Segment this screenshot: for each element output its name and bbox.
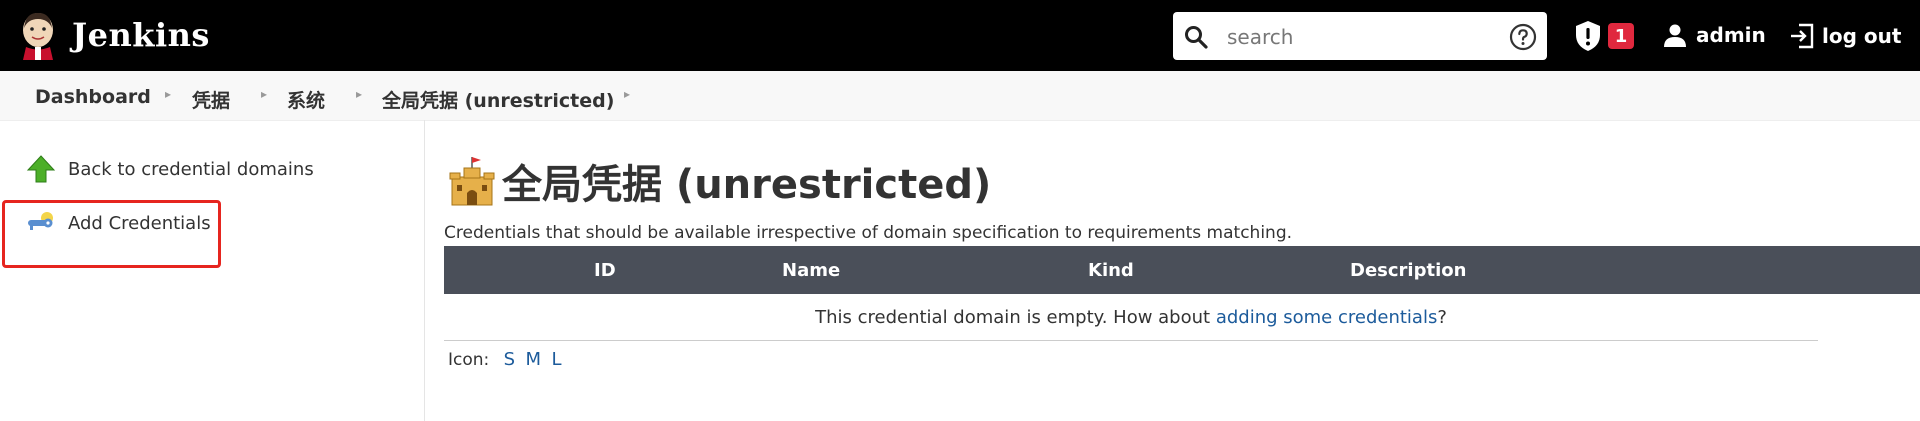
- search-box[interactable]: [1173, 12, 1547, 60]
- search-input[interactable]: [1225, 21, 1479, 53]
- icon-size-small[interactable]: S: [504, 349, 515, 370]
- credentials-table: ID Name Kind Description This credential…: [444, 246, 1920, 341]
- user-name: admin: [1696, 23, 1766, 47]
- icon-size-selector: Icon: S M L: [448, 349, 561, 370]
- sidebar-item-label: Back to credential domains: [68, 158, 314, 180]
- sidebar-item-back[interactable]: Back to credential domains: [26, 154, 314, 184]
- app-title: Jenkins: [72, 16, 210, 54]
- page-title-text: 全局凭据 (unrestricted): [502, 162, 992, 208]
- breadcrumb-separator-icon[interactable]: ▸: [261, 87, 267, 101]
- jenkins-logo[interactable]: Jenkins: [18, 10, 210, 60]
- column-header-id[interactable]: ID: [594, 260, 616, 281]
- breadcrumb-separator-icon[interactable]: ▸: [165, 87, 171, 101]
- empty-message: This credential domain is empty. How abo…: [815, 307, 1447, 328]
- user-menu[interactable]: admin: [1662, 22, 1766, 48]
- icon-size-label: Icon:: [448, 350, 490, 370]
- security-alerts[interactable]: 1: [1574, 20, 1634, 52]
- icon-size-large[interactable]: L: [551, 349, 561, 370]
- logout-icon: [1791, 23, 1814, 49]
- breadcrumb-separator-icon[interactable]: ▸: [624, 87, 630, 101]
- breadcrumb-global-credentials[interactable]: 全局凭据 (unrestricted): [382, 86, 614, 113]
- column-header-kind[interactable]: Kind: [1088, 260, 1134, 281]
- breadcrumb-separator-icon[interactable]: ▸: [356, 87, 362, 101]
- domain-description: Credentials that should be available irr…: [444, 223, 1293, 243]
- breadcrumb-credentials[interactable]: 凭据: [192, 86, 230, 113]
- sidebar: Back to credential domains Add Credentia…: [0, 120, 425, 421]
- green-up-arrow-icon: [26, 155, 56, 183]
- column-header-description[interactable]: Description: [1350, 260, 1466, 281]
- main-content: 全局凭据 (unrestricted) Credentials that sho…: [424, 120, 1920, 421]
- help-icon[interactable]: [1509, 23, 1537, 51]
- security-badge: 1: [1608, 23, 1634, 49]
- shield-alert-icon: [1576, 21, 1600, 51]
- column-header-name[interactable]: Name: [782, 260, 840, 281]
- breadcrumb-system[interactable]: 系统: [287, 86, 325, 113]
- top-header: Jenkins 1 admin: [0, 0, 1920, 71]
- breadcrumb: Dashboard ▸ 凭据 ▸ 系统 ▸ 全局凭据 (unrestricted…: [0, 71, 1920, 121]
- table-row: This credential domain is empty. How abo…: [444, 294, 1818, 341]
- jenkins-butler-icon: [23, 12, 53, 60]
- add-credentials-link[interactable]: adding some credentials: [1216, 307, 1438, 328]
- page-title: 全局凭据 (unrestricted): [448, 152, 991, 210]
- table-header: ID Name Kind Description: [444, 246, 1920, 294]
- user-icon: [1664, 24, 1686, 47]
- logout-button[interactable]: log out: [1788, 22, 1901, 50]
- breadcrumb-dashboard[interactable]: Dashboard: [35, 86, 151, 108]
- logout-label: log out: [1822, 24, 1902, 48]
- icon-size-medium[interactable]: M: [526, 349, 542, 370]
- castle-icon: [449, 157, 495, 206]
- highlight-annotation: [2, 200, 221, 268]
- search-icon: [1185, 26, 1208, 49]
